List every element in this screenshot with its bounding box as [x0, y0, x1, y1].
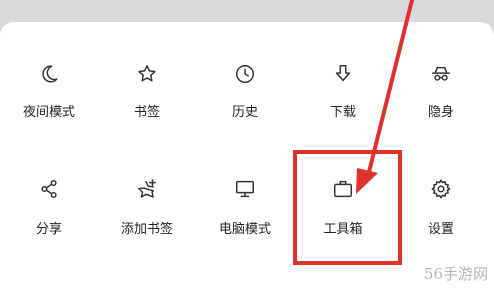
menu-item-bookmarks[interactable]: 书签 [98, 27, 196, 120]
clock-icon [232, 63, 258, 85]
incognito-icon [428, 63, 454, 85]
menu-item-downloads[interactable]: 下载 [294, 27, 392, 120]
star-plus-icon [134, 176, 160, 202]
menu-item-incognito[interactable]: 隐身 [392, 27, 490, 120]
menu-item-history[interactable]: 历史 [196, 27, 294, 120]
menu-item-label: 夜间模式 [22, 105, 75, 120]
highlight-box [293, 150, 402, 265]
menu-item-add-bookmark[interactable]: 添加书签 [98, 176, 196, 266]
menu-item-share[interactable]: 分享 [0, 176, 98, 266]
gear-icon [428, 176, 454, 202]
star-icon [134, 63, 160, 85]
menu-item-label: 书签 [133, 105, 160, 120]
menu-item-label: 设置 [427, 222, 454, 237]
download-icon [330, 63, 356, 85]
moon-icon [36, 63, 62, 85]
monitor-icon [232, 176, 258, 202]
menu-item-desktop-mode[interactable]: 电脑模式 [196, 176, 294, 266]
share-icon [36, 176, 62, 202]
menu-item-night-mode[interactable]: 夜间模式 [0, 27, 98, 120]
menu-item-label: 下载 [329, 105, 356, 120]
menu-item-settings[interactable]: 设置 [392, 176, 490, 266]
menu-item-label: 分享 [35, 222, 62, 237]
menu-item-label: 电脑模式 [218, 222, 271, 237]
menu-item-label: 隐身 [427, 105, 454, 120]
menu-item-label: 添加书签 [120, 222, 173, 237]
menu-item-label: 历史 [231, 105, 258, 120]
watermark: 56手游网 [423, 265, 488, 283]
